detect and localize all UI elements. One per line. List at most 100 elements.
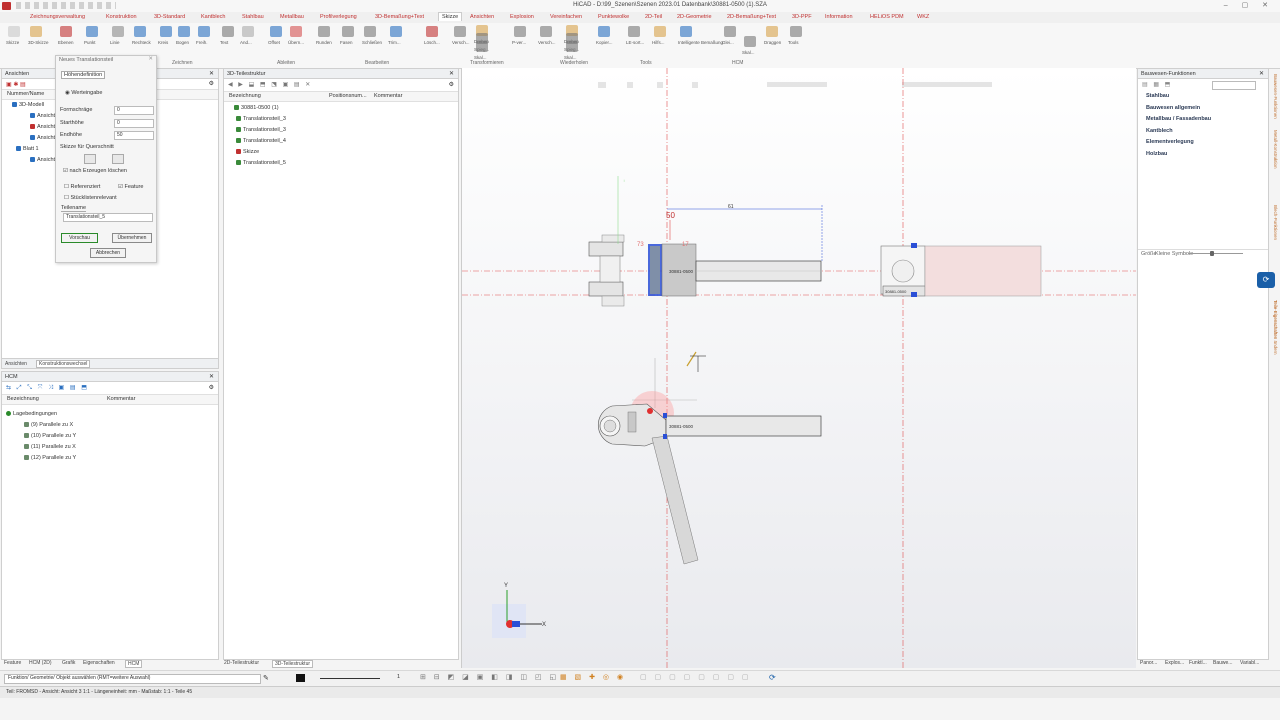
gear-icon[interactable]: ⚙	[449, 81, 454, 88]
cad-viewport[interactable]: 30881-0500 61 50 73 17 ↕ 30881-0500 3088…	[461, 68, 1136, 668]
bottom-tab[interactable]: Explos...	[1165, 660, 1184, 666]
side-tab[interactable]: Teile-Eigenschaften ändern	[1271, 300, 1278, 355]
bottom-tab[interactable]: Funktl...	[1189, 660, 1207, 666]
ribbon-button-label[interactable]: Runden	[316, 40, 332, 45]
nach-erzeugen-checkbox[interactable]: ☑ nach Erzeugen löschen	[63, 168, 127, 174]
ribbon-button-4-icon[interactable]	[112, 26, 124, 37]
ribbon-button-31-icon[interactable]	[724, 26, 736, 37]
bauwesen-toolbar-icons[interactable]: ▤ ▦ ⬒	[1142, 81, 1172, 88]
ribbon-button-label[interactable]: Versch...	[452, 40, 470, 45]
line-style[interactable]	[320, 678, 380, 679]
menu-item-7[interactable]: 3D-Bemaßung+Text	[375, 14, 424, 20]
point-tools-icons[interactable]: ▦ ▧ ✚ ◎ ◉	[560, 673, 626, 681]
ribbon-button-8-icon[interactable]	[198, 26, 210, 37]
ribbon-button-label[interactable]: Rechteck	[132, 40, 151, 45]
ribbon-button-label[interactable]: Lösch...	[424, 40, 440, 45]
part-tree-item[interactable]: Translationsteil_4	[236, 138, 286, 144]
top-view-part[interactable]: 30881-0500	[588, 234, 822, 307]
ribbon-button-label[interactable]: Glei...	[722, 40, 734, 45]
views-tree-item[interactable]: Ansicht	[30, 113, 55, 119]
abbrechen-button[interactable]: Abbrechen	[90, 248, 126, 258]
bottom-tab[interactable]: Eigenschaften	[83, 660, 115, 666]
ribbon-button-32-icon[interactable]	[744, 36, 756, 47]
pen-icon[interactable]: ✎	[263, 674, 269, 682]
ribbon-button-17-icon[interactable]	[426, 26, 438, 37]
ribbon-button-label[interactable]: Text	[220, 40, 228, 45]
ribbon-button-33-icon[interactable]	[766, 26, 778, 37]
part-toolbar-icons[interactable]: ◀ ▶ ⬓ ⬒ ⬔ ▣ ▤ ✕	[228, 81, 312, 88]
quick-access-toolbar[interactable]	[16, 2, 116, 9]
close-icon[interactable]: ✕	[449, 70, 454, 77]
close-icon[interactable]: ✕	[1259, 70, 1264, 77]
dialog-field-input[interactable]: 50	[114, 131, 154, 140]
ribbon-button-0-icon[interactable]	[8, 26, 20, 37]
bauwesen-item[interactable]: Holzbau	[1146, 151, 1167, 157]
dialog-field-input[interactable]: 0	[114, 119, 154, 128]
ribbon-button-label[interactable]: Ebenen	[58, 40, 74, 45]
hcm-constraint-item[interactable]: (12) Parallele zu Y	[24, 455, 76, 461]
ribbon-button-label[interactable]: Linie	[110, 40, 120, 45]
views-tree-item[interactable]: Blatt 1	[16, 146, 39, 152]
menu-item-9[interactable]: Ansichten	[470, 14, 494, 20]
menu-item-16[interactable]: 3D-PPF	[792, 14, 812, 20]
snap-tools-icons[interactable]: ⊞ ⊟ ◩ ◪ ▣ ◧ ◨ ◫ ◰ ◱	[420, 673, 559, 681]
ribbon-button-29-icon[interactable]	[654, 26, 666, 37]
dialog-close-icon[interactable]: ✕	[148, 56, 153, 62]
dialog-field-input[interactable]: 0	[114, 106, 154, 115]
part-tree-item[interactable]: Translationsteil_5	[236, 160, 286, 166]
ribbon-button-27-icon[interactable]	[598, 26, 610, 37]
bauwesen-item[interactable]: Kantblech	[1146, 128, 1173, 134]
ribbon-button-2-icon[interactable]	[60, 26, 72, 37]
menu-item-4[interactable]: Stahlbau	[242, 14, 264, 20]
ribbon-button-label[interactable]: And...	[240, 40, 252, 45]
ribbon-button-label[interactable]: Tools	[788, 40, 799, 45]
ribbon-button-18-icon[interactable]	[454, 26, 466, 37]
ribbon-button-22-icon[interactable]	[514, 26, 526, 37]
refresh-icon[interactable]: ⟳	[769, 673, 776, 682]
ribbon-button-label[interactable]: Punkt	[84, 40, 96, 45]
werteingabe-radio[interactable]: ◉ Werteingabe	[65, 90, 102, 96]
feature-checkbox[interactable]: ☑ Feature	[118, 184, 143, 190]
viewcube-icon[interactable]: ⟳	[1257, 272, 1275, 288]
ribbon-button-label[interactable]: P-ver...	[512, 40, 526, 45]
part-name-input[interactable]: Translationsteil_5	[63, 213, 153, 222]
ribbon-button-label[interactable]: Draggen	[764, 40, 781, 45]
color-swatch[interactable]	[296, 674, 305, 682]
menu-item-13[interactable]: 2D-Teil	[645, 14, 662, 20]
sketch-edit-button[interactable]	[112, 154, 124, 164]
side-view-part[interactable]: 30881-0500	[880, 243, 1042, 297]
bottom-tab[interactable]: Feature	[4, 660, 21, 666]
window-controls[interactable]: – ▢ ✕	[1224, 1, 1274, 9]
menu-item-14[interactable]: 2D-Geometrie	[677, 14, 712, 20]
stuecklisten-checkbox[interactable]: ☐ Stücklistenrelevant	[64, 195, 117, 201]
ribbon-button-label[interactable]: Versch...	[538, 40, 556, 45]
menu-item-10[interactable]: Explosion	[510, 14, 534, 20]
side-tab[interactable]: Bauwesen-Funktionen	[1271, 74, 1278, 119]
ribbon-button-15-icon[interactable]	[364, 26, 376, 37]
ribbon-button-34-icon[interactable]	[790, 26, 802, 37]
ribbon-button-6-icon[interactable]	[160, 26, 172, 37]
bottom-tab[interactable]: Panor...	[1140, 660, 1157, 666]
menu-item-18[interactable]: HELiOS PDM	[870, 14, 904, 20]
ribbon-button-16-icon[interactable]	[390, 26, 402, 37]
app-icon[interactable]	[2, 2, 11, 12]
ribbon-button-10-icon[interactable]	[242, 26, 254, 37]
bauwesen-item[interactable]: Bauwesen allgemein	[1146, 105, 1200, 111]
bottom-tab[interactable]: 2D-Teilestruktur	[224, 660, 259, 666]
ribbon-button-label[interactable]: 3D-Skizze	[28, 40, 49, 45]
bottom-tab[interactable]: HCM (2D)	[29, 660, 52, 666]
menu-item-3[interactable]: Kantblech	[201, 14, 225, 20]
viewport-drawing[interactable]: 30881-0500 61 50 73 17 ↕ 30881-0500 3088…	[462, 68, 1136, 668]
ribbon-button-label[interactable]: Fasen	[340, 40, 353, 45]
ribbon-button-label[interactable]: Freih.	[196, 40, 208, 45]
part-tree-item[interactable]: Skizze	[236, 149, 259, 155]
bauwesen-item[interactable]: Stahlbau	[1146, 93, 1169, 99]
uebernehmen-button[interactable]: Übernehmen	[112, 233, 152, 243]
menu-item-0[interactable]: Zeichnungsverwaltung	[30, 14, 85, 20]
side-tab[interactable]: Metall-Konstruktion	[1271, 130, 1278, 169]
bauwesen-item[interactable]: Elementverlegung	[1146, 139, 1194, 145]
bottom-tab[interactable]: Bauwe...	[1213, 660, 1232, 666]
views-tree-item[interactable]: 3D-Modell	[12, 102, 44, 108]
bottom-tab[interactable]: 3D-Teilestruktur	[272, 660, 314, 668]
ribbon-button-label[interactable]: Schließen	[362, 40, 382, 45]
